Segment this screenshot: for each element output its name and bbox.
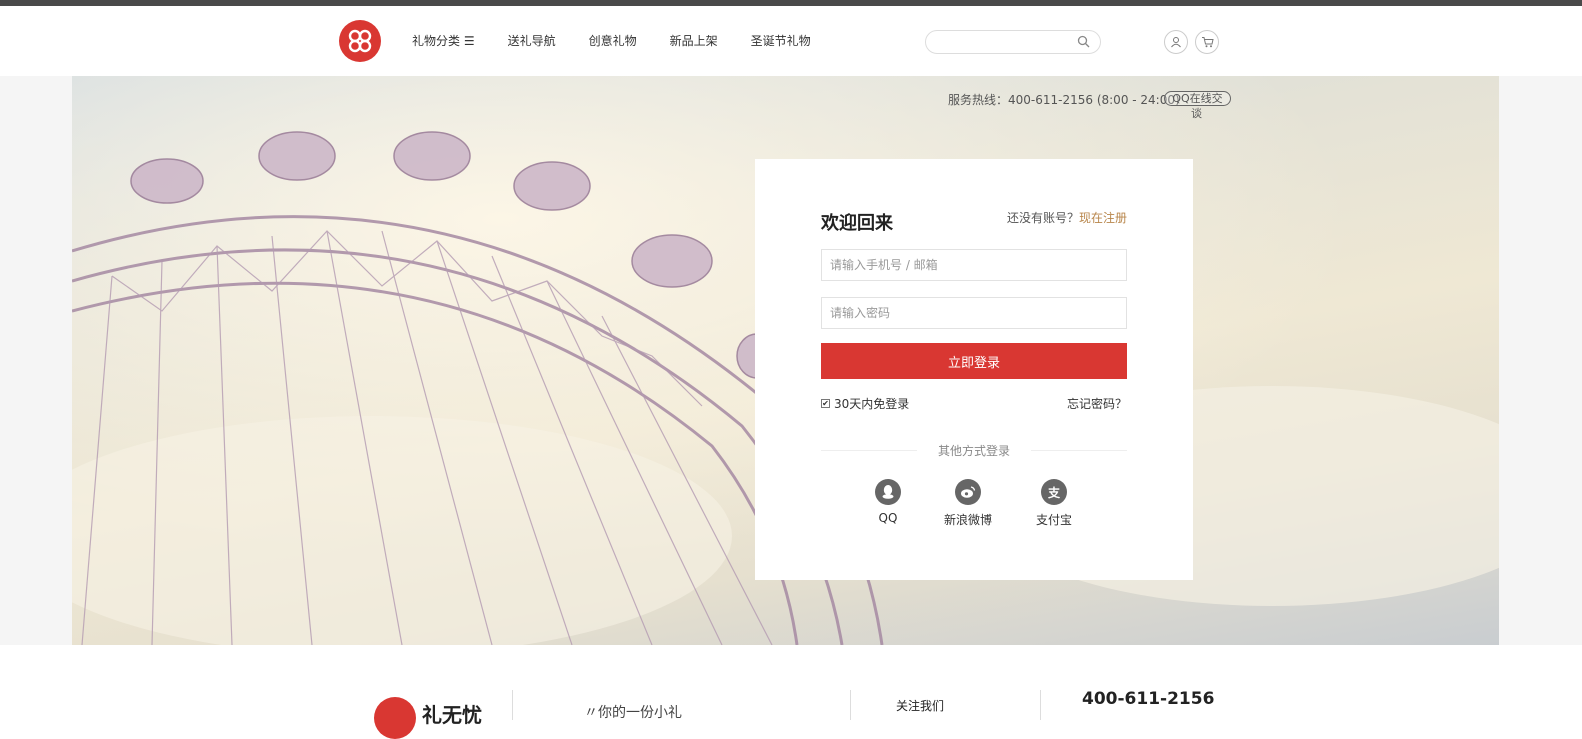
login-panel: 欢迎回来 还没有账号？现在注册 立即登录 ✔ 30天内免登录 忘记密码？ 其他方… — [755, 159, 1193, 580]
qq-label: QQ — [878, 511, 898, 525]
footer-separator — [1040, 690, 1041, 720]
nav-gift-guide[interactable]: 送礼导航 — [508, 32, 556, 49]
search-input[interactable] — [936, 31, 1076, 53]
logo-icon — [348, 29, 372, 53]
account-input[interactable] — [821, 249, 1127, 281]
main-nav: 礼物分类 ☰ 送礼导航 创意礼物 新品上架 圣诞节礼物 — [412, 32, 844, 49]
qq-chat-button-tail[interactable]: 谈 — [1191, 105, 1202, 121]
site-logo[interactable] — [339, 20, 381, 62]
alipay-login[interactable]: 支 支付宝 — [1024, 479, 1084, 528]
register-prompt: 还没有账号？现在注册 — [1007, 209, 1127, 226]
qq-login[interactable]: QQ — [858, 479, 918, 525]
qq-icon — [875, 479, 901, 505]
other-login-title: 其他方式登录 — [917, 442, 1031, 459]
alipay-icon: 支 — [1041, 479, 1067, 505]
nav-christmas-gifts[interactable]: 圣诞节礼物 — [751, 32, 811, 49]
footer-phone: 400-611-2156 — [1082, 689, 1215, 709]
no-account-text: 还没有账号？ — [1006, 211, 1079, 225]
footer-separator — [512, 690, 513, 720]
remember-checkbox[interactable]: ✔ — [821, 399, 830, 408]
login-title: 欢迎回来 — [821, 213, 893, 234]
footer-slogan: 〃你的一份小礼 — [584, 705, 682, 721]
remember-me[interactable]: ✔ 30天内免登录 — [821, 395, 909, 412]
weibo-login[interactable]: 新浪微博 — [938, 479, 998, 528]
footer-separator — [850, 690, 851, 720]
hero-side-left — [0, 76, 72, 645]
search-box — [925, 30, 1101, 54]
site-header: 礼物分类 ☰ 送礼导航 创意礼物 新品上架 圣诞节礼物 — [0, 6, 1582, 76]
footer-logo — [374, 697, 416, 739]
footer-brand: 礼无忧 — [422, 703, 482, 727]
nav-gift-category[interactable]: 礼物分类 ☰ — [412, 32, 475, 49]
footer-follow-us: 关注我们 — [896, 699, 945, 713]
weibo-label: 新浪微博 — [943, 513, 992, 527]
password-input[interactable] — [821, 297, 1127, 329]
register-link[interactable]: 现在注册 — [1079, 211, 1127, 225]
nav-new-arrivals[interactable]: 新品上架 — [670, 32, 718, 49]
hero-side-right — [1499, 76, 1582, 645]
search-icon[interactable] — [1077, 35, 1090, 48]
forgot-password-link[interactable]: 忘记密码？ — [1067, 395, 1127, 412]
login-button[interactable]: 立即登录 — [821, 343, 1127, 379]
weibo-icon — [955, 479, 981, 505]
site-footer: 礼无忧 〃你的一份小礼 关注我们 400-611-2156 — [0, 645, 1582, 739]
cart-icon[interactable] — [1195, 30, 1219, 54]
remember-label: 30天内免登录 — [834, 397, 910, 411]
alipay-label: 支付宝 — [1035, 513, 1072, 527]
service-hotline: 服务热线：400-611-2156 (8:00 - 24:00) — [948, 93, 1180, 107]
qq-chat-button[interactable]: QQ在线交 — [1164, 91, 1231, 106]
nav-creative-gifts[interactable]: 创意礼物 — [589, 32, 637, 49]
user-icon[interactable] — [1164, 30, 1188, 54]
